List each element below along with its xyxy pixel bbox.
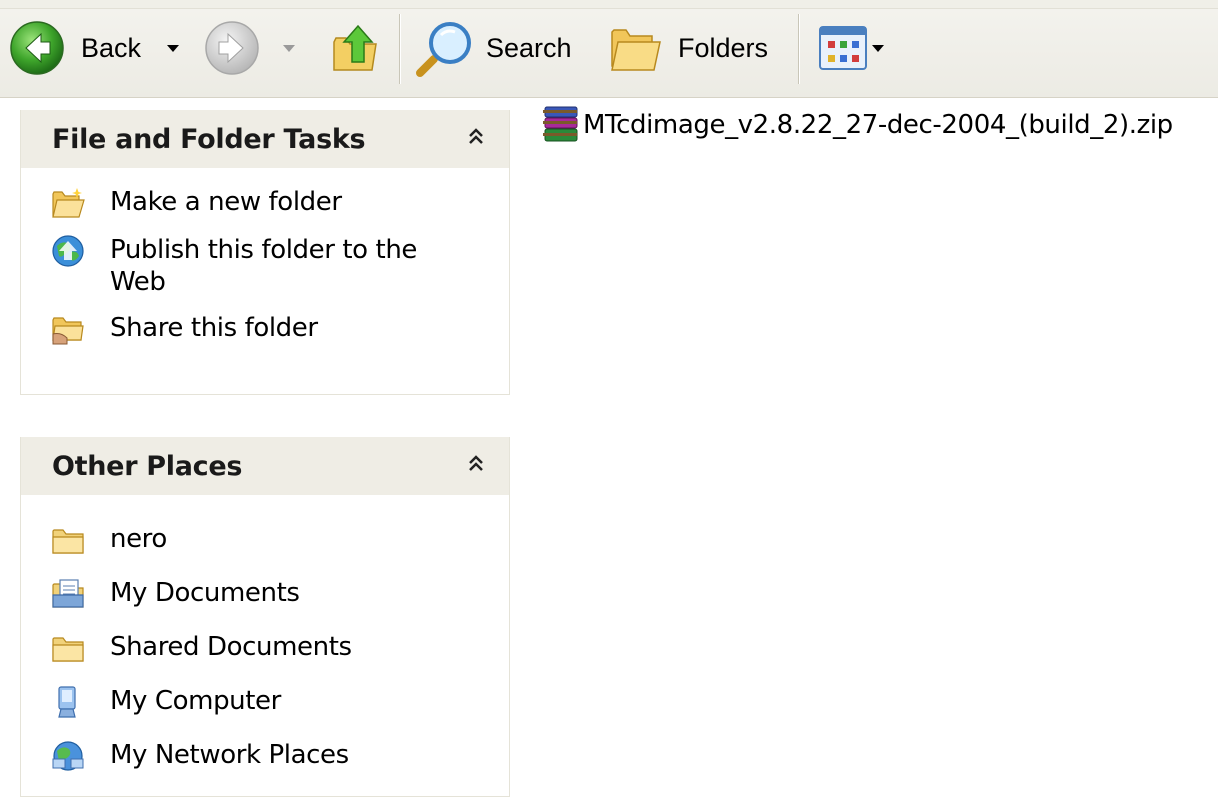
folder-icon [52, 529, 84, 554]
up-folder-icon [333, 24, 377, 71]
network-places-icon [52, 741, 84, 771]
menu-bar-edge [0, 0, 1218, 9]
search-label: Search [486, 32, 572, 63]
views-dropdown-icon[interactable] [872, 44, 884, 52]
forward-arrow-icon [205, 21, 259, 75]
publish-web-icon [52, 235, 84, 267]
place-my-computer[interactable]: My Computer [51, 685, 509, 719]
folder-icon [52, 637, 84, 662]
forward-button[interactable] [203, 16, 295, 80]
place-label: My Documents [110, 578, 300, 608]
other-places-pane: Other Places nero My Documents Shared Do… [20, 437, 510, 797]
task-share-folder[interactable]: Share this folder [51, 312, 509, 346]
toolbar-separator [399, 14, 401, 84]
task-label: Make a new folder [110, 187, 342, 217]
task-label: Publish this folder to the Web [110, 235, 418, 297]
place-shared-documents[interactable]: Shared Documents [51, 631, 509, 665]
search-button[interactable]: Search [414, 16, 572, 80]
winrar-archive-icon [543, 106, 578, 142]
collapse-chevron-icon[interactable] [465, 453, 487, 475]
views-icon [819, 26, 867, 70]
place-nero[interactable]: nero [51, 523, 509, 557]
back-arrow-icon [10, 21, 64, 75]
task-publish-folder-web[interactable]: Publish this folder to the Web [51, 234, 509, 298]
up-folder-button[interactable] [330, 16, 380, 80]
back-dropdown-icon[interactable] [167, 44, 180, 52]
place-label: My Computer [110, 686, 281, 716]
folders-label: Folders [678, 32, 769, 63]
pane-title: Other Places [52, 450, 243, 482]
place-my-network-places[interactable]: My Network Places [51, 739, 509, 773]
file-and-folder-tasks-pane: File and Folder Tasks Make a new folder … [20, 110, 510, 395]
folders-icon [611, 29, 661, 71]
file-item[interactable]: MTcdimage_v2.8.22_27-dec-2004_(build_2).… [539, 104, 1173, 146]
collapse-chevron-icon[interactable] [465, 126, 487, 148]
place-label: nero [110, 524, 167, 554]
search-magnifier-icon [416, 22, 471, 77]
back-button[interactable]: Back [8, 16, 180, 80]
place-label: My Network Places [110, 740, 349, 770]
pane-header[interactable]: Other Places [21, 437, 509, 495]
pane-title: File and Folder Tasks [52, 123, 366, 155]
pane-header[interactable]: File and Folder Tasks [21, 110, 509, 168]
forward-dropdown-icon[interactable] [283, 44, 295, 52]
task-make-new-folder[interactable]: Make a new folder [51, 186, 509, 220]
place-label: Shared Documents [110, 632, 352, 662]
views-button[interactable] [818, 16, 884, 80]
folders-button[interactable]: Folders [608, 16, 768, 80]
back-label: Back [81, 32, 142, 63]
toolbar: Back Search Folders [0, 0, 1218, 98]
toolbar-separator [798, 14, 800, 84]
file-name: MTcdimage_v2.8.22_27-dec-2004_(build_2).… [583, 110, 1173, 140]
share-folder-icon [52, 317, 84, 345]
task-label: Share this folder [110, 313, 318, 343]
new-folder-icon [52, 188, 85, 218]
my-documents-icon [52, 579, 84, 608]
my-computer-icon [58, 686, 76, 718]
place-my-documents[interactable]: My Documents [51, 577, 509, 611]
